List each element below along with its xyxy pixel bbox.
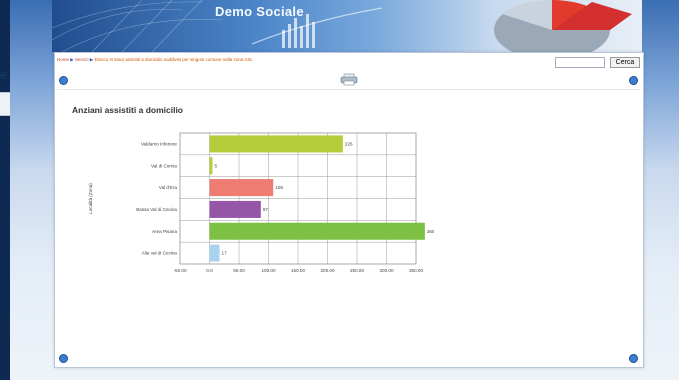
x-tick-label: 50.00 xyxy=(233,268,245,273)
bar-value-label: 365 xyxy=(427,229,434,234)
circle-arrow-icon[interactable] xyxy=(59,76,68,85)
x-tick-label: 350.00 xyxy=(409,268,423,273)
breadcrumb-current: Elenco Anziani assistiti a domicilio sud… xyxy=(94,57,253,62)
bar xyxy=(209,222,425,240)
search-button[interactable]: Cerca xyxy=(610,57,640,68)
x-tick-label: 300.00 xyxy=(379,268,393,273)
page-footer-nav xyxy=(57,353,640,363)
bar-value-label: 17 xyxy=(222,251,228,256)
site-title: Demo Sociale xyxy=(215,4,304,19)
bar xyxy=(209,244,220,262)
category-label: Val d'Era xyxy=(159,185,178,190)
bar xyxy=(209,200,261,218)
banner-pie-graphic xyxy=(494,0,632,52)
category-label: Valdarno Inferiore xyxy=(141,142,178,147)
category-label: Val di Cornia xyxy=(151,163,177,168)
x-tick-label: 0.0 xyxy=(206,268,213,273)
bar-value-label: 5 xyxy=(214,163,217,168)
bar-value-label: 108 xyxy=(275,185,283,190)
left-window-panel xyxy=(0,92,10,116)
bar xyxy=(209,135,343,153)
bar xyxy=(209,179,274,197)
page-title: Anziani assistiti a domicilio xyxy=(72,105,183,115)
category-label: Bassa Val di Cecina xyxy=(136,207,177,212)
breadcrumb-home[interactable]: Home xyxy=(57,57,69,62)
bar xyxy=(209,157,213,175)
left-window-edge xyxy=(0,0,10,380)
x-tick-label: -50.00 xyxy=(173,268,186,273)
x-tick-label: 100.00 xyxy=(261,268,275,273)
circle-arrow-icon[interactable] xyxy=(629,76,638,85)
circle-arrow-icon[interactable] xyxy=(59,354,68,363)
header-banner: Demo Sociale xyxy=(52,0,642,52)
bar-chart: -50.00 0.0 50.00 100.00 150.00 200.00 250.00 30… xyxy=(88,132,434,273)
category-label: Area Pisana xyxy=(152,229,177,234)
x-tick-label: 150.00 xyxy=(291,268,305,273)
left-window-text: e xyxy=(0,68,7,82)
category-label: Alta val di Cecina xyxy=(142,251,178,256)
bar-value-label: 87 xyxy=(263,207,269,212)
y-axis-title: Località (Zona) xyxy=(88,183,93,214)
page-toolbar xyxy=(57,71,640,90)
circle-arrow-icon[interactable] xyxy=(629,354,638,363)
bar-value-label: 226 xyxy=(345,142,353,147)
print-icon[interactable] xyxy=(340,73,358,86)
x-tick-label: 200.00 xyxy=(320,268,334,273)
search-input[interactable] xyxy=(555,57,605,68)
breadcrumb-servizi[interactable]: Servizi xyxy=(75,57,89,62)
x-tick-label: 250.00 xyxy=(350,268,364,273)
breadcrumb: Home ▶ Servizi ▶ Elenco Anziani assistit… xyxy=(57,57,253,63)
